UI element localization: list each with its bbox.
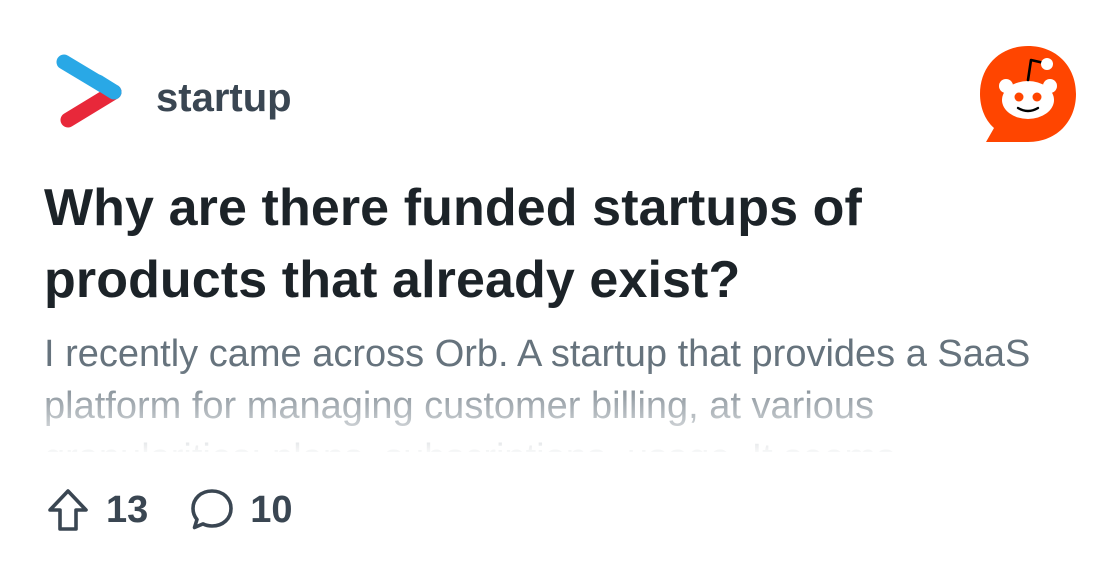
subreddit-name[interactable]: startup	[156, 72, 292, 124]
upvote-stat[interactable]: 13	[44, 482, 148, 538]
comment-stat[interactable]: 10	[188, 482, 293, 538]
post-card[interactable]: startup Why are there funded startups of…	[0, 0, 1120, 584]
comment-count: 10	[250, 489, 293, 531]
post-excerpt: I recently came across Orb. A startup th…	[44, 333, 1031, 452]
post-stats: 13 10	[44, 482, 293, 538]
comment-bubble-icon[interactable]	[188, 486, 236, 534]
upvote-arrow-icon[interactable]	[44, 486, 92, 534]
subreddit-logo-icon	[56, 54, 122, 128]
post-title[interactable]: Why are there funded startups of product…	[44, 172, 1084, 316]
reddit-snoo-logo-icon	[980, 46, 1076, 142]
upvote-count: 13	[106, 489, 149, 531]
